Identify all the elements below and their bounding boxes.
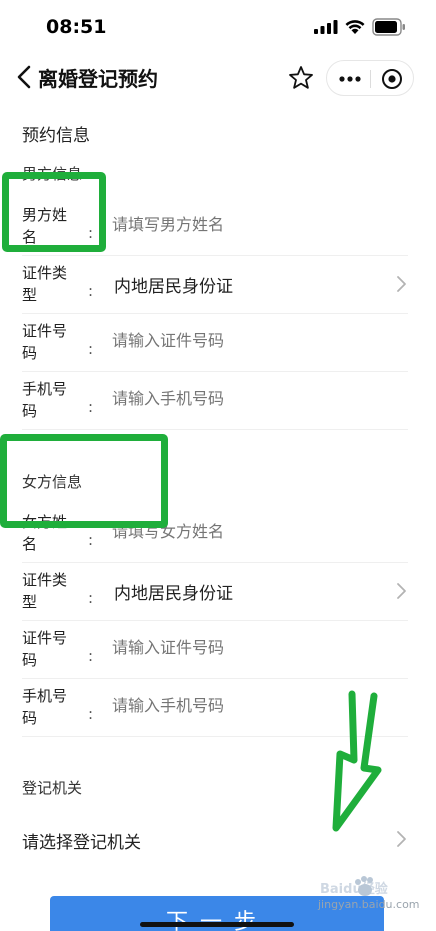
colon: : (88, 531, 94, 549)
female-id-type-label: 证件类型 (22, 571, 68, 611)
section-title-appointment: 预约信息 (22, 126, 90, 146)
female-id-type-row[interactable]: 证件类型 : 内地居民身份证 (0, 563, 436, 621)
battery-icon (372, 18, 405, 36)
male-phone-row: 手机号码 : (0, 372, 436, 430)
paw-logo-icon (355, 876, 373, 896)
male-phone-input[interactable] (112, 389, 372, 408)
male-id-type-value: 内地居民身份证 (114, 277, 233, 297)
male-id-number-row: 证件号码 : (0, 314, 436, 372)
female-id-type-value: 内地居民身份证 (114, 584, 233, 604)
status-time: 08:51 (46, 16, 107, 38)
favorite-star-icon[interactable] (286, 63, 316, 93)
mini-program-capsule (326, 60, 414, 96)
colon: : (88, 589, 94, 607)
male-id-number-input[interactable] (112, 331, 372, 350)
divider (22, 429, 408, 430)
more-options-icon[interactable] (333, 67, 367, 91)
colon: : (88, 282, 94, 300)
watermark-url: jingyan.baidu.com (318, 898, 420, 911)
female-id-number-label: 证件号码 (22, 629, 68, 669)
female-phone-label: 手机号码 (22, 687, 68, 727)
female-id-number-row: 证件号码 : (0, 621, 436, 679)
colon: : (88, 705, 94, 723)
male-id-number-label: 证件号码 (22, 322, 68, 362)
wifi-icon (345, 20, 365, 34)
colon: : (88, 340, 94, 358)
colon: : (88, 647, 94, 665)
chevron-right-icon (397, 276, 406, 292)
male-name-input[interactable] (112, 215, 372, 234)
status-bar: 08:51 (0, 0, 436, 52)
female-id-number-input[interactable] (112, 638, 372, 657)
male-phone-label: 手机号码 (22, 380, 68, 420)
page-title: 离婚登记预约 (38, 67, 158, 91)
back-arrow-icon[interactable] (14, 64, 34, 90)
male-id-type-label: 证件类型 (22, 264, 68, 304)
office-select-label: 请选择登记机关 (22, 833, 141, 853)
home-indicator (140, 922, 294, 927)
chevron-right-icon (397, 583, 406, 599)
cellular-signal-icon (314, 20, 338, 34)
nav-bar: 离婚登记预约 (0, 54, 436, 100)
annotation-arrow-icon (332, 690, 382, 832)
close-mini-program-icon[interactable] (377, 67, 407, 91)
baidu-jingyan-watermark: Baidu经验 jingyan.baidu.com (318, 876, 420, 916)
annotation-highlight-female (0, 434, 168, 528)
colon: : (88, 398, 94, 416)
annotation-highlight-male (2, 172, 106, 252)
capsule-divider (370, 70, 371, 88)
male-id-type-row[interactable]: 证件类型 : 内地居民身份证 (0, 256, 436, 314)
group-title-office: 登记机关 (22, 779, 83, 797)
chevron-right-icon (397, 831, 406, 847)
